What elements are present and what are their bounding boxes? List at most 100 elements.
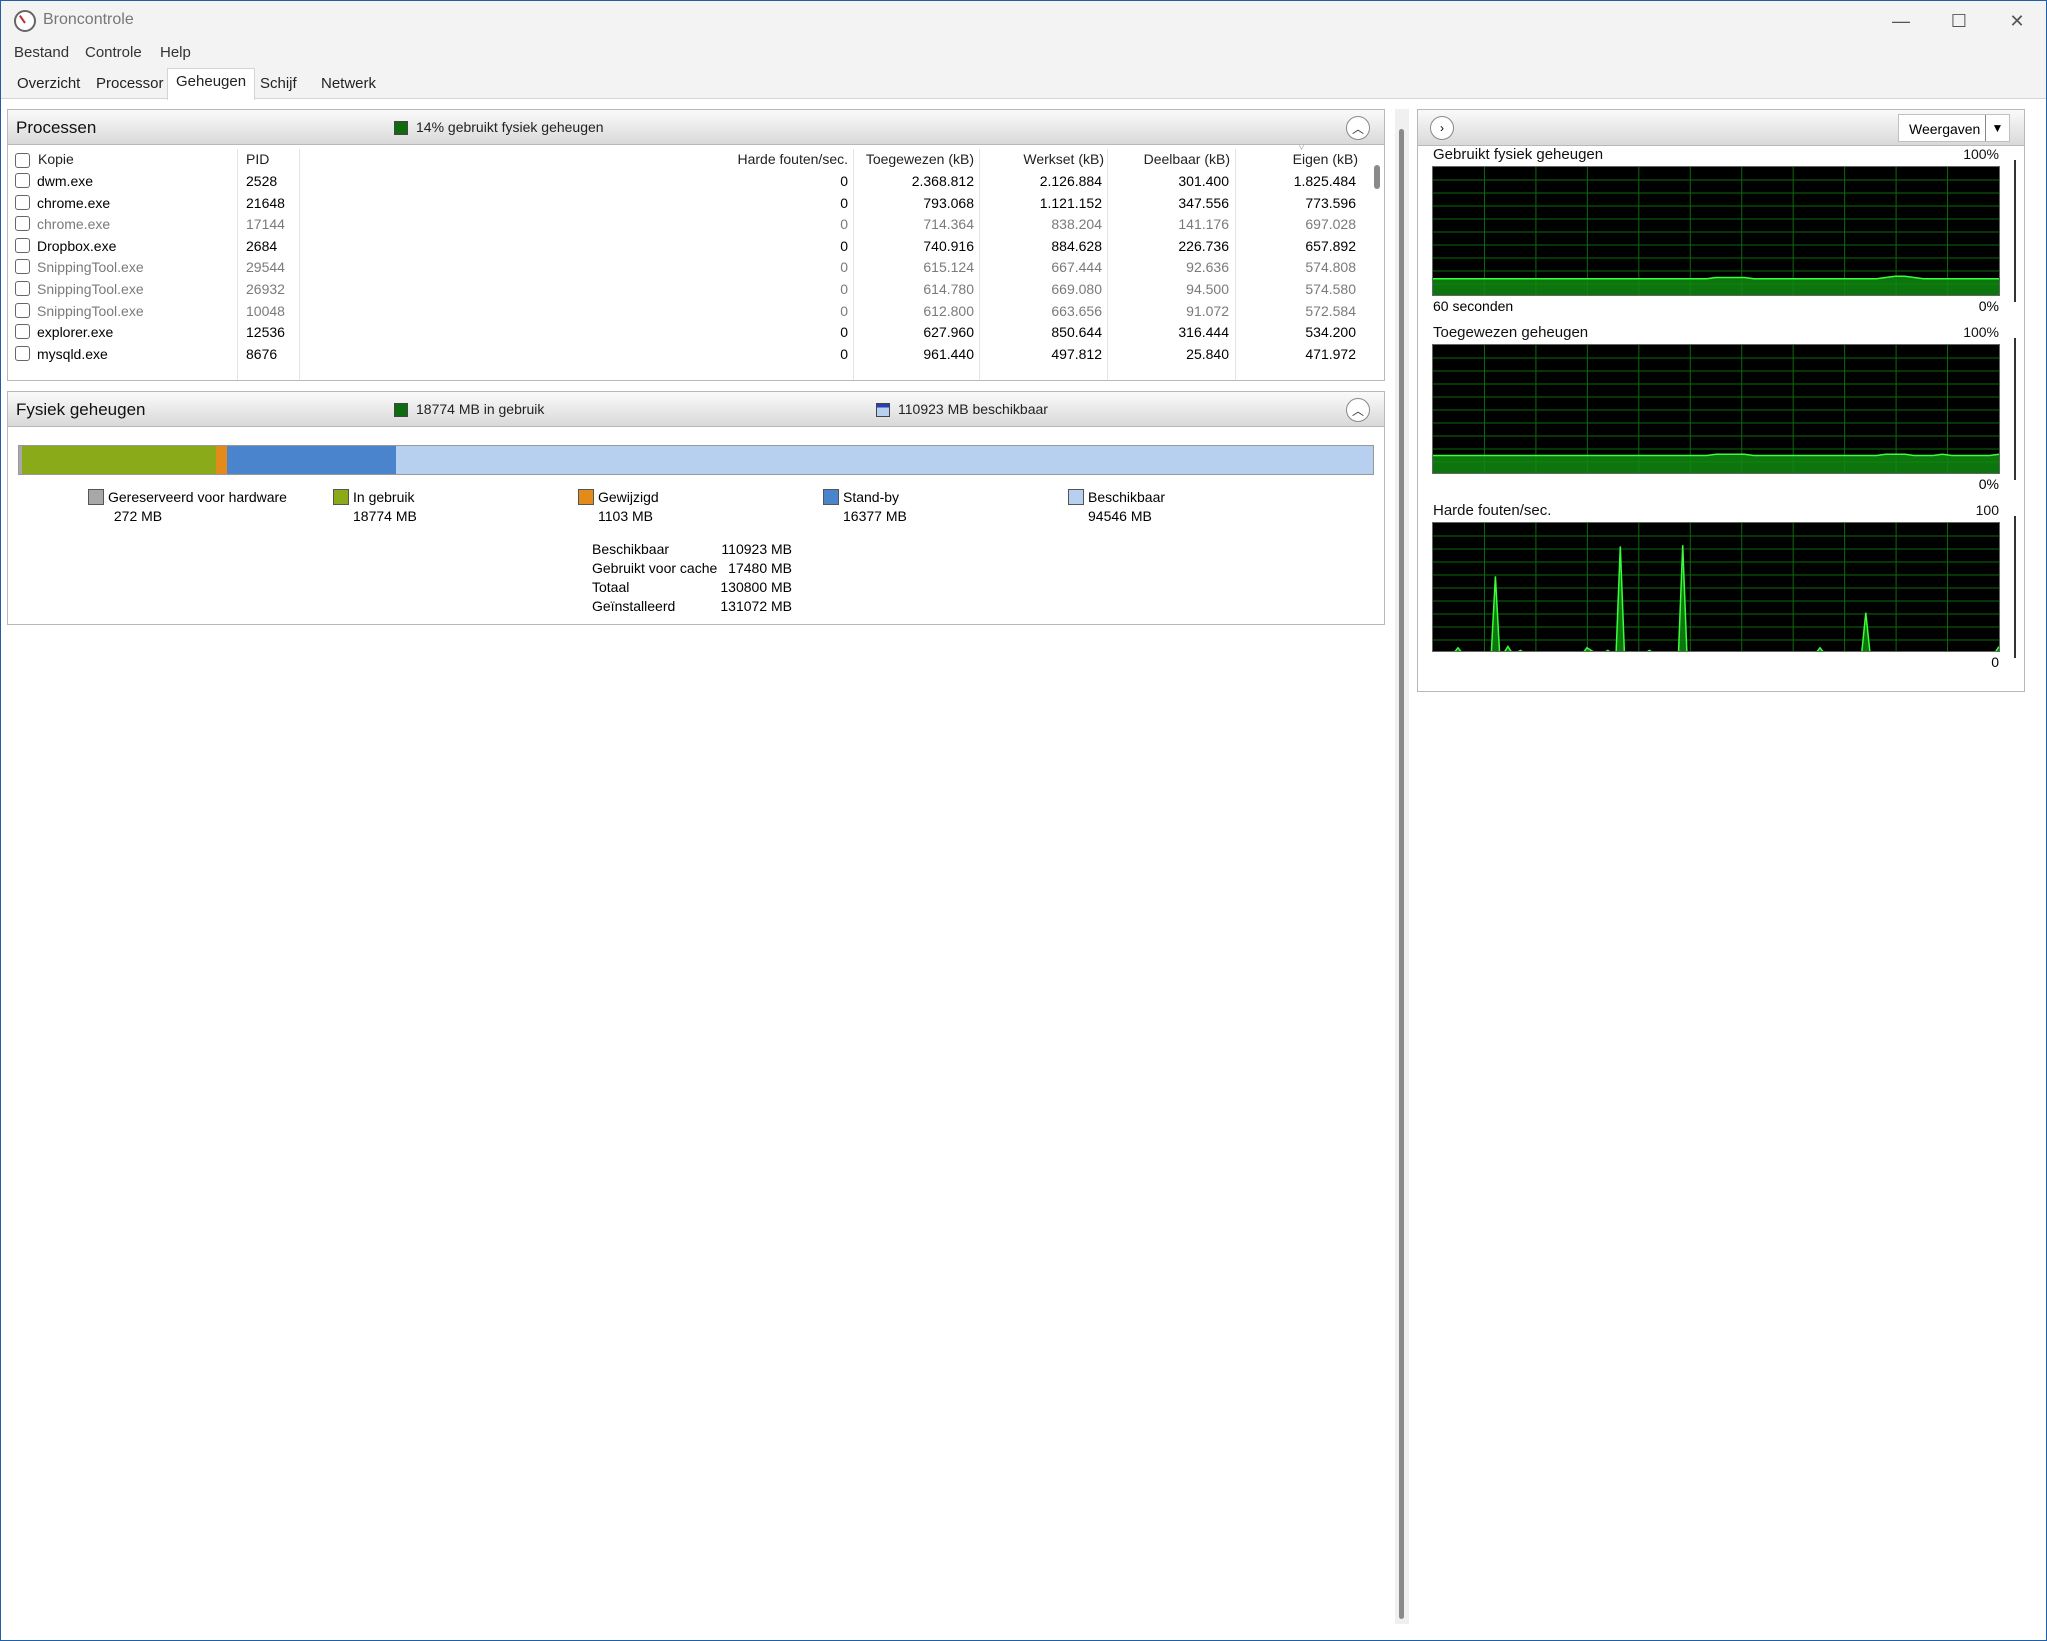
tab-netwerk[interactable]: Netwerk (313, 71, 384, 99)
process-pid: 29544 (246, 259, 285, 276)
column-toegewezen[interactable]: Toegewezen (kB) (858, 151, 974, 167)
expand-toggle-button[interactable]: › (1430, 116, 1454, 140)
process-working-set: 838.204 (1051, 216, 1102, 233)
maximize-button[interactable]: ☐ (1930, 1, 1988, 41)
memory-usage-status: 14% gebruikt fysiek geheugen (416, 119, 604, 135)
graph-svg (1433, 345, 1999, 473)
select-all-checkbox[interactable] (15, 153, 30, 168)
graph-canvas (1432, 344, 2000, 474)
legend-value: 18774 MB (353, 508, 417, 524)
process-working-set: 497.812 (1051, 345, 1102, 362)
tab-overzicht[interactable]: Overzicht (9, 71, 88, 99)
column-kopie[interactable]: Kopie (38, 151, 74, 167)
legend-value: 16377 MB (843, 508, 907, 524)
process-shareable: 141.176 (1178, 216, 1229, 233)
tab-processor[interactable]: Processor (88, 71, 172, 99)
main-scrollbar-thumb[interactable] (1399, 129, 1404, 1619)
column-harde-fouten[interactable]: Harde fouten/sec. (548, 151, 848, 167)
processes-table-header: Kopie PID Harde fouten/sec. Toegewezen (… (8, 145, 1368, 171)
table-row[interactable]: chrome.exe 21648 0 793.068 1.121.152 347.556 7… (8, 193, 1368, 215)
column-pid[interactable]: PID (246, 151, 269, 167)
process-hard-faults: 0 (840, 194, 848, 211)
process-working-set: 884.628 (1051, 237, 1102, 254)
table-row[interactable]: explorer.exe 12536 0 627.960 850.644 316.444 5… (8, 322, 1368, 344)
physical-memory-header[interactable]: Fysiek geheugen 18774 MB in gebruik 1109… (7, 391, 1385, 427)
process-hard-faults: 0 (840, 173, 848, 189)
table-row[interactable]: SnippingTool.exe 29544 0 615.124 667.444 92.6… (8, 257, 1368, 279)
processes-scrollbar[interactable] (1374, 165, 1380, 189)
row-checkbox[interactable] (15, 302, 30, 318)
memory-usage-swatch (394, 121, 408, 135)
tab-schijf[interactable]: Schijf (252, 71, 305, 99)
process-commit: 714.364 (923, 216, 974, 233)
process-working-set: 667.444 (1051, 259, 1102, 276)
memory-segment-free (396, 446, 1373, 474)
minimize-button[interactable]: — (1872, 1, 1930, 41)
close-button[interactable]: ✕ (1988, 1, 2046, 41)
process-private: 1.825.484 (1293, 173, 1356, 189)
graphs-header: › Weergaven ▼ (1418, 110, 2024, 146)
process-shareable: 301.400 (1178, 173, 1229, 189)
process-hard-faults: 0 (840, 281, 848, 297)
row-checkbox[interactable] (15, 345, 30, 361)
table-row[interactable]: SnippingTool.exe 26932 0 614.780 669.080 94.5… (8, 279, 1368, 301)
menu-item-bestand[interactable]: Bestand (14, 44, 69, 61)
process-working-set: 850.644 (1051, 324, 1102, 341)
graph-canvas (1432, 522, 2000, 652)
legend-swatch (578, 489, 594, 505)
column-eigen[interactable]: Eigen (kB) (1242, 151, 1358, 167)
process-pid: 8676 (246, 345, 278, 362)
process-hard-faults: 0 (840, 302, 848, 319)
graph-edge (2014, 160, 2016, 302)
graph-svg (1433, 167, 1999, 295)
gauge-icon (14, 10, 36, 32)
table-row[interactable]: chrome.exe 17144 0 714.364 838.204 141.176 697… (8, 214, 1368, 236)
process-pid: 17144 (246, 216, 285, 233)
table-row[interactable]: dwm.exe 2528 0 2.368.812 2.126.884 301.400 1.8… (8, 171, 1368, 193)
main-scrollbar[interactable] (1395, 109, 1409, 1624)
legend-swatch (823, 489, 839, 505)
summary-value: 110923 MB (721, 541, 792, 557)
column-deelbaar[interactable]: Deelbaar (kB) (1114, 151, 1230, 167)
row-checkbox[interactable] (15, 216, 30, 232)
column-werkset[interactable]: Werkset (kB) (988, 151, 1104, 167)
table-row[interactable]: SnippingTool.exe 10048 0 612.800 663.656 91.0… (8, 301, 1368, 323)
table-row[interactable]: mysqld.exe 8676 0 961.440 497.812 25.840 471.9… (8, 344, 1368, 366)
row-checkbox[interactable] (15, 173, 30, 188)
process-pid: 12536 (246, 324, 285, 341)
legend-label: Gereserveerd voor hardware (108, 489, 287, 505)
process-shareable: 226.736 (1178, 237, 1229, 254)
row-checkbox[interactable] (15, 194, 30, 210)
process-pid: 2528 (246, 173, 278, 189)
row-checkbox[interactable] (15, 324, 30, 340)
graph-min-label: 0 (1991, 654, 1999, 670)
graph-title: Toegewezen geheugen (1433, 324, 1589, 341)
row-checkbox[interactable] (15, 259, 30, 275)
process-commit: 793.068 (923, 194, 974, 211)
available-swatch (876, 403, 890, 417)
process-commit: 2.368.812 (911, 173, 974, 189)
process-name: chrome.exe (37, 216, 111, 233)
process-commit: 612.800 (923, 302, 974, 319)
processes-collapse-button[interactable]: ︿ (1346, 116, 1370, 140)
process-private: 574.580 (1305, 281, 1356, 297)
row-checkbox[interactable] (15, 281, 30, 296)
process-pid: 26932 (246, 281, 285, 297)
process-pid: 10048 (246, 302, 285, 319)
minimize-icon: — (1892, 10, 1910, 31)
graph-title: Harde fouten/sec. (1433, 502, 1552, 519)
process-working-set: 663.656 (1051, 302, 1102, 319)
dropdown-arrow-icon: ▼ (1985, 115, 2009, 141)
processes-header[interactable]: Processen 14% gebruikt fysiek geheugen ︿ (7, 109, 1385, 145)
physical-memory-collapse-button[interactable]: ︿ (1346, 398, 1370, 422)
menu-bar: Bestand Controle Help (1, 41, 2046, 65)
views-dropdown[interactable]: Weergaven ▼ (1898, 114, 2010, 142)
menu-item-help[interactable]: Help (160, 44, 191, 61)
menu-item-controle[interactable]: Controle (85, 44, 142, 61)
process-name: mysqld.exe (37, 345, 108, 362)
tab-geheugen[interactable]: Geheugen (167, 68, 256, 100)
series-area (1433, 454, 1999, 473)
row-checkbox[interactable] (15, 237, 30, 253)
table-row[interactable]: Dropbox.exe 2684 0 740.916 884.628 226.736 657… (8, 236, 1368, 258)
graph-time-label: 60 seconden (1433, 298, 1514, 314)
